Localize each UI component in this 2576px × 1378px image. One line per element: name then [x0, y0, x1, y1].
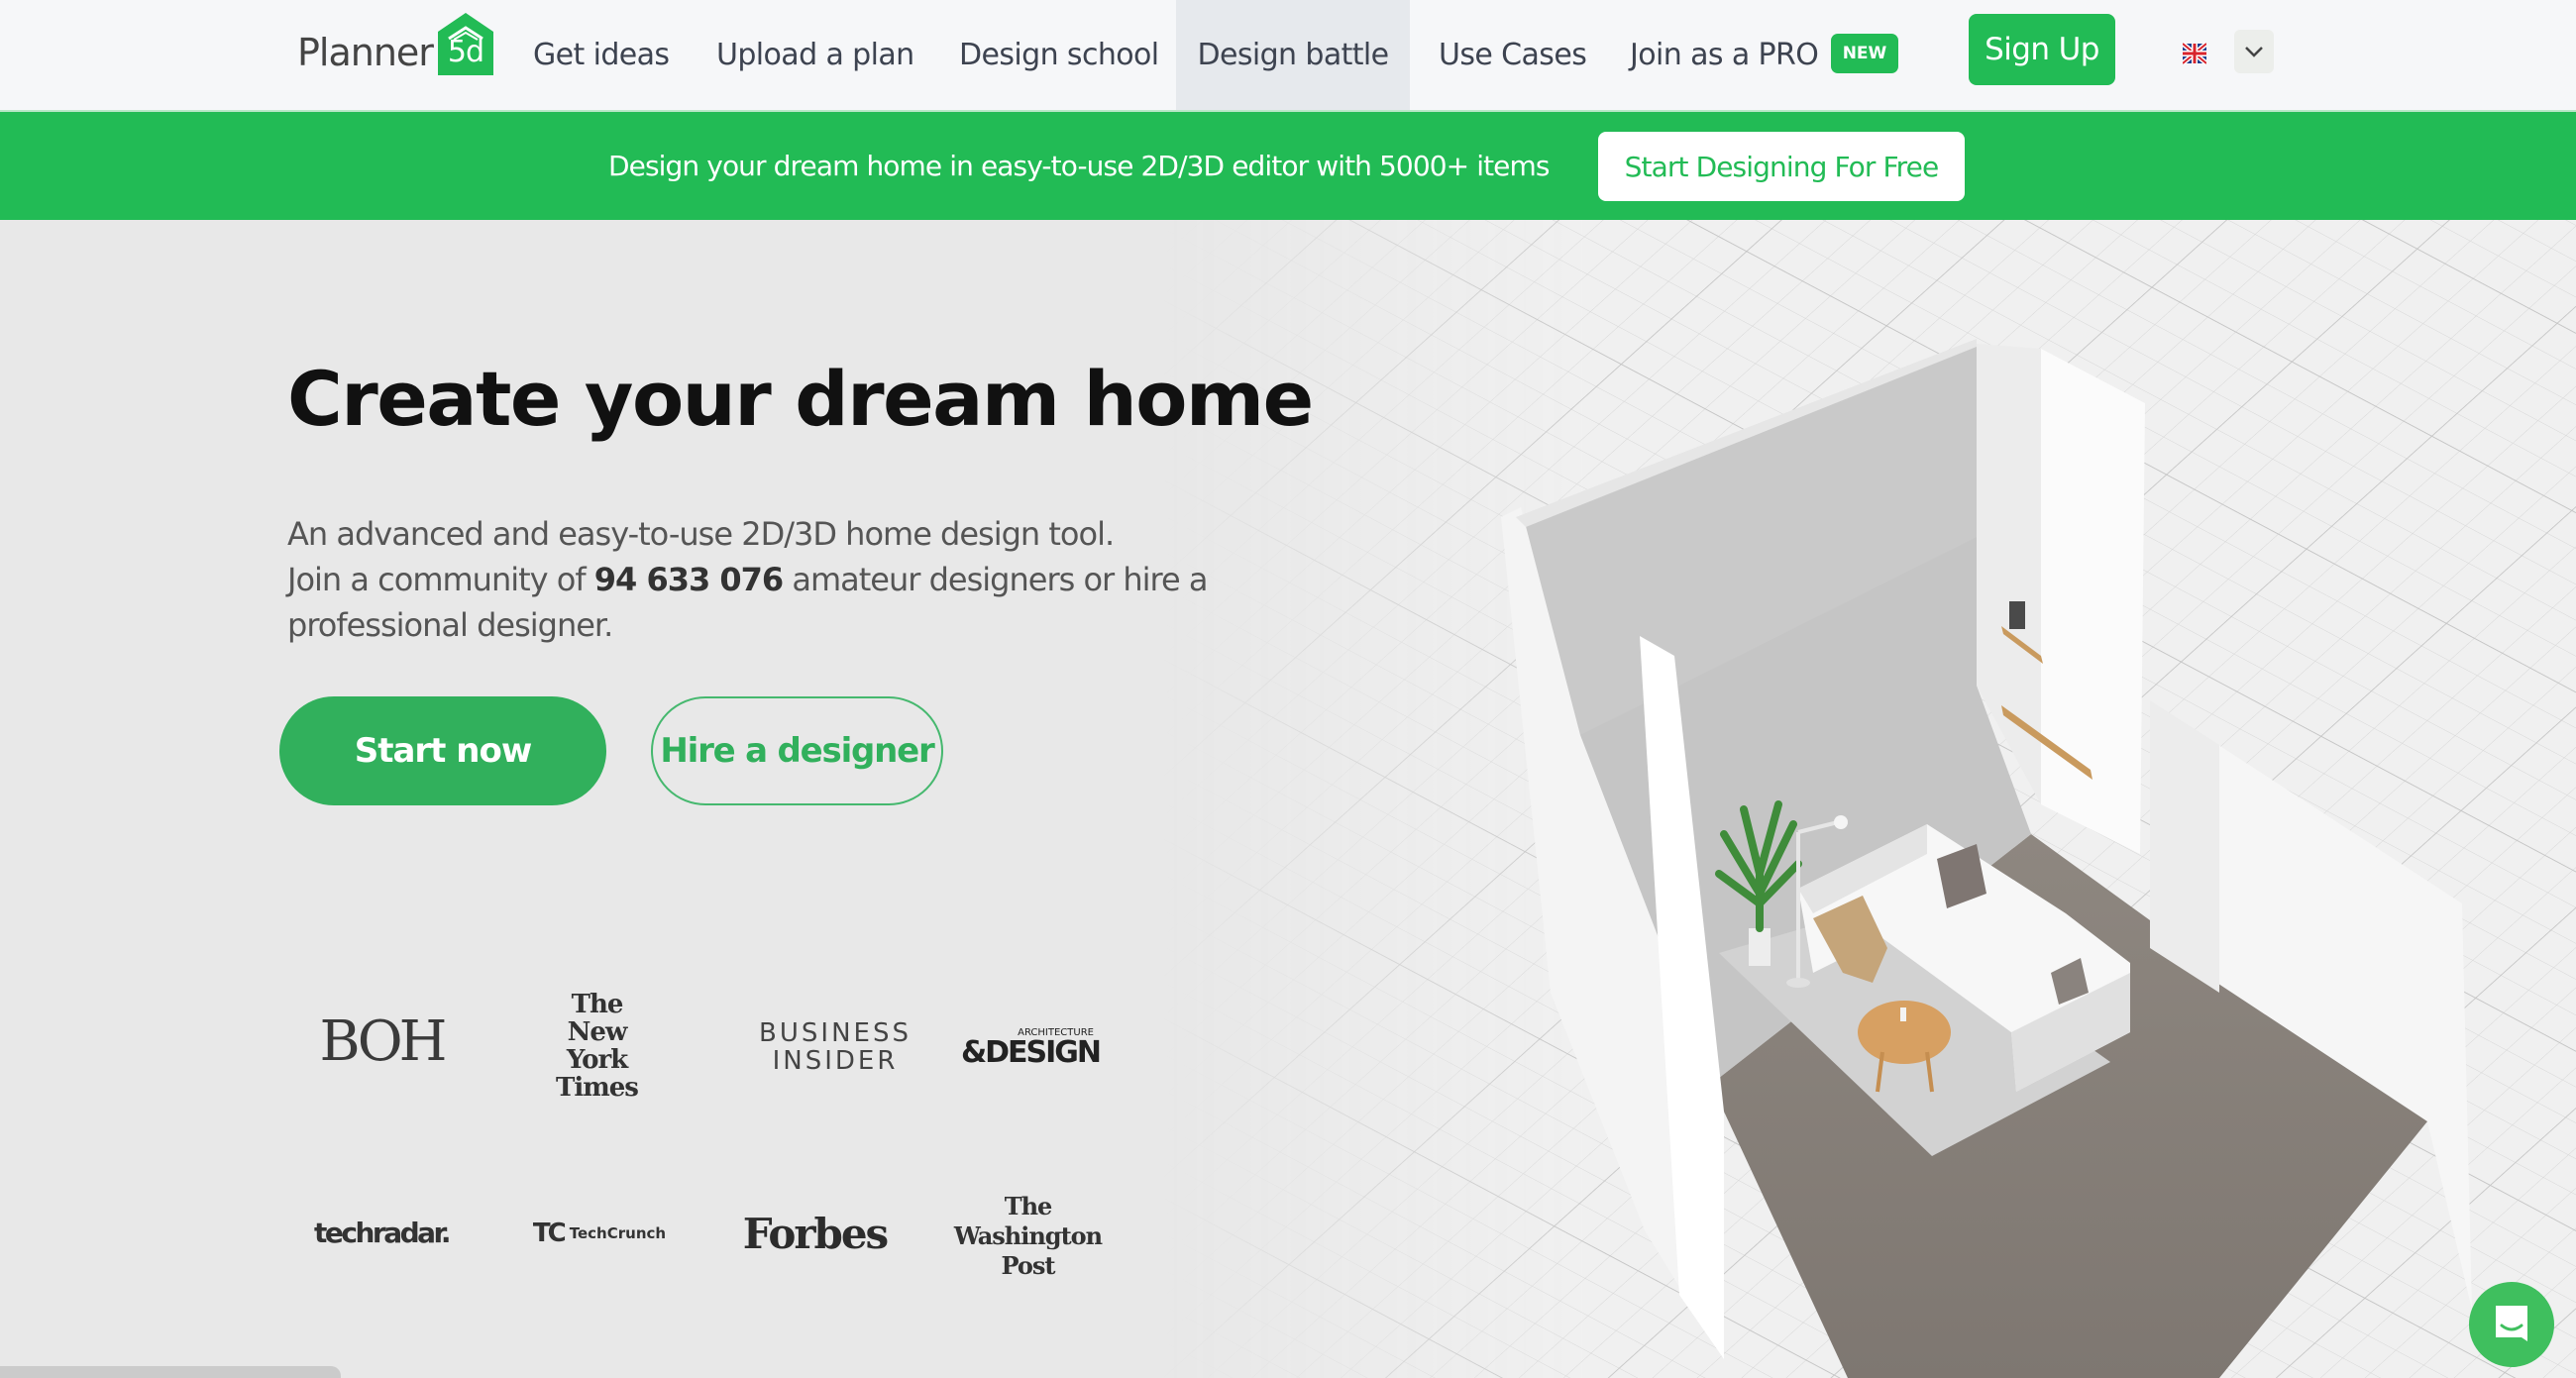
press-logo-techradar: techradar.	[312, 1214, 452, 1253]
press-logo-boh: BOH	[317, 1009, 448, 1074]
press-boh-text: BOH	[319, 1009, 448, 1074]
logo-wordmark: Planner	[297, 31, 434, 74]
techcrunch-mark: TC	[532, 1219, 567, 1248]
nyt-line2: New York	[566, 1017, 628, 1075]
chat-launcher-button[interactable]	[2469, 1282, 2554, 1367]
bi-line1: BUSINESS	[759, 1018, 912, 1048]
top-nav: Planner 5d Get ideas Upload a plan Desig…	[0, 0, 2576, 110]
press-logo-forbes: Forbes	[743, 1207, 889, 1262]
banner-text: Design your dream home in easy-to-use 2D…	[608, 150, 1550, 182]
press-logo-techcrunch: TC TechCrunch	[530, 1216, 669, 1251]
start-now-button[interactable]: Start now	[279, 696, 606, 805]
techcrunch-word: TechCrunch	[569, 1223, 667, 1242]
nav-upload-plan[interactable]: Upload a plan	[716, 0, 914, 110]
nav-get-ideas[interactable]: Get ideas	[533, 0, 670, 110]
chat-bubble-icon	[2496, 1306, 2527, 1341]
chevron-down-icon	[2245, 47, 2263, 57]
tall-cabinet	[2041, 349, 2145, 854]
nav-use-cases[interactable]: Use Cases	[1439, 0, 1587, 110]
hero-description: An advanced and easy-to-use 2D/3D home d…	[287, 511, 1238, 648]
uk-flag-icon[interactable]	[2181, 42, 2208, 65]
promo-banner: Design your dream home in easy-to-use 2D…	[0, 110, 2576, 220]
press-logo-business-insider: BUSINESS INSIDER	[741, 1018, 929, 1076]
planner5d-logo[interactable]: Planner 5d	[297, 12, 494, 77]
new-badge: NEW	[1831, 34, 1898, 73]
hire-designer-button[interactable]: Hire a designer	[651, 696, 943, 805]
bi-line2: INSIDER	[772, 1046, 899, 1076]
language-dropdown[interactable]	[2234, 30, 2274, 73]
wp-line3: Post	[1001, 1251, 1055, 1280]
hero-desc-line1: An advanced and easy-to-use 2D/3D home d…	[287, 515, 1115, 553]
sign-up-button[interactable]: Sign Up	[1969, 14, 2115, 85]
logo-house-icon: 5d	[437, 12, 494, 77]
wp-line1: The	[1004, 1192, 1053, 1220]
ad-big-text: &DESIGN	[960, 1035, 1102, 1070]
hero-desc-pre: Join a community of	[287, 561, 594, 598]
nyt-line3: Times	[556, 1073, 639, 1103]
press-logo-architecture-design: ARCHITECTURE &DESIGN	[960, 1025, 1102, 1071]
logo-mark-text: 5d	[447, 35, 484, 69]
techradar-text: techradar.	[314, 1217, 452, 1249]
designer-count: 94 633 076	[593, 561, 784, 598]
press-logo-washington-post: The Washington Post	[954, 1189, 1103, 1284]
press-logo-nyt: The New York Times	[540, 991, 654, 1102]
horizontal-scrollbar-thumb[interactable]	[0, 1366, 341, 1378]
nyt-line1: The	[571, 990, 624, 1019]
start-designing-button[interactable]: Start Designing For Free	[1598, 132, 1965, 201]
hero-title: Create your dream home	[287, 355, 1314, 443]
nav-join-pro[interactable]: Join as a PRO	[1630, 0, 1819, 110]
nav-design-battle[interactable]: Design battle	[1176, 0, 1410, 110]
nav-design-school[interactable]: Design school	[959, 0, 1159, 110]
forbes-text: Forbes	[742, 1210, 889, 1258]
wp-line2: Washington	[953, 1221, 1103, 1250]
